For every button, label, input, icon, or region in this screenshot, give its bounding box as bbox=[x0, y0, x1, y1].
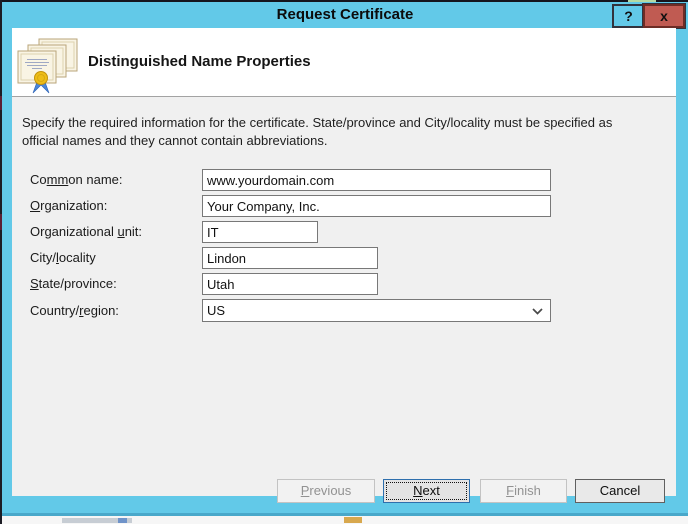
help-button[interactable]: ? bbox=[612, 4, 645, 28]
window-titlebar[interactable]: Request Certificate ? x bbox=[2, 2, 688, 28]
country-region-label: Country/region: bbox=[30, 303, 119, 318]
city-locality-label: City/locality bbox=[30, 250, 96, 265]
cancel-button[interactable]: Cancel bbox=[575, 479, 665, 503]
common-name-input[interactable] bbox=[202, 169, 551, 191]
certificates-icon bbox=[17, 38, 79, 94]
background-artifact bbox=[118, 518, 127, 523]
next-button[interactable]: Next bbox=[383, 479, 470, 503]
finish-button: Finish bbox=[480, 479, 567, 503]
window-title: Request Certificate bbox=[2, 2, 688, 28]
common-name-label: Common name: bbox=[30, 172, 123, 187]
organizational-unit-input[interactable] bbox=[202, 221, 318, 243]
background-artifact bbox=[344, 517, 362, 523]
organization-input[interactable] bbox=[202, 195, 551, 217]
dialog-border-shade bbox=[2, 513, 688, 516]
organizational-unit-label: Organizational unit: bbox=[30, 224, 142, 239]
close-button[interactable]: x bbox=[643, 4, 685, 28]
chevron-down-icon bbox=[532, 308, 543, 315]
page-title: Distinguished Name Properties bbox=[88, 53, 311, 70]
close-icon: x bbox=[660, 8, 668, 24]
organization-label: Organization: bbox=[30, 198, 107, 213]
state-province-input[interactable] bbox=[202, 273, 378, 295]
country-region-select[interactable]: US bbox=[202, 299, 551, 322]
country-region-value: US bbox=[207, 303, 225, 318]
city-locality-input[interactable] bbox=[202, 247, 378, 269]
previous-button: Previous bbox=[277, 479, 375, 503]
help-icon: ? bbox=[624, 8, 633, 24]
state-province-label: State/province: bbox=[30, 276, 117, 291]
instructions-line-2: official names and they cannot contain a… bbox=[22, 133, 327, 148]
instructions-line-1: Specify the required information for the… bbox=[22, 115, 612, 130]
screen: Request Certificate ? x bbox=[0, 0, 688, 524]
